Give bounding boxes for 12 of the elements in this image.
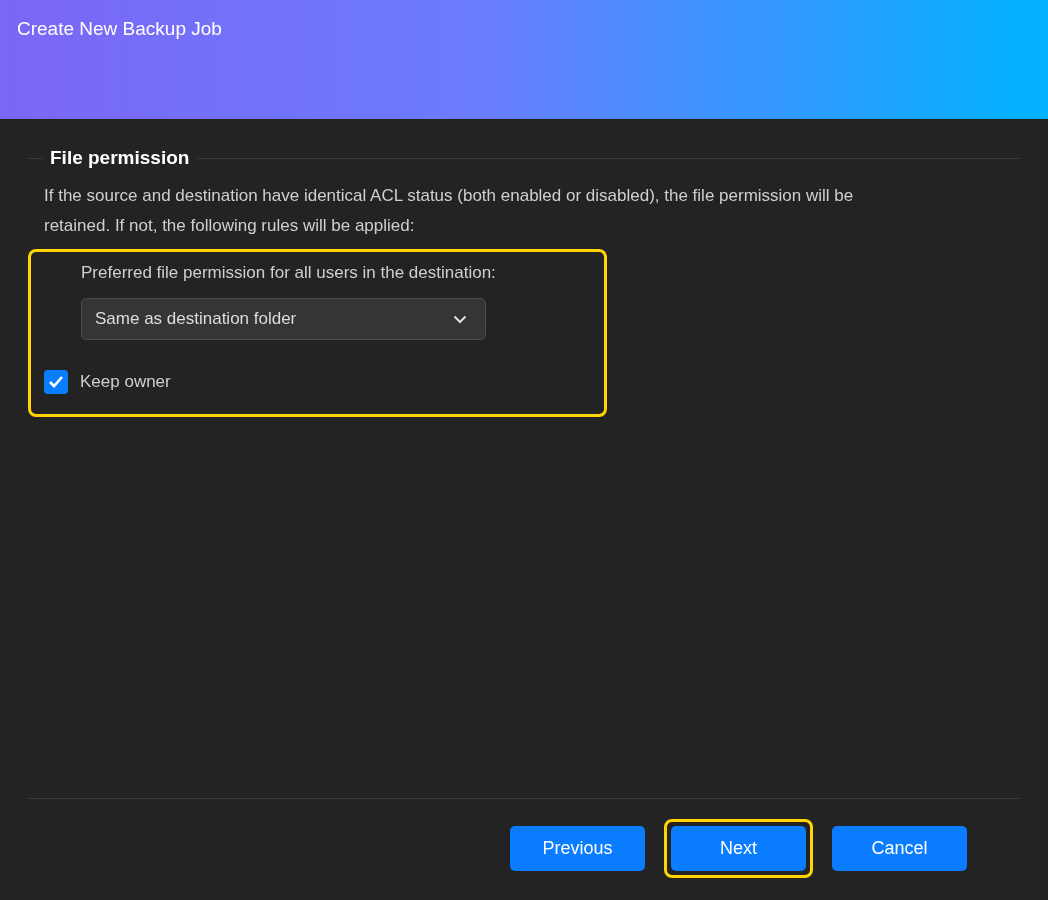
dialog-button[interactable]: Cancel — [832, 826, 967, 871]
keep-owner-checkbox[interactable] — [44, 370, 68, 394]
section-description: If the source and destination have identical ACL status (both enabled or disabled), the file permission will be retained. If not, the following rules will be applied: — [44, 185, 855, 237]
dialog-button[interactable]: Previous — [510, 826, 645, 871]
permission-dropdown[interactable]: Same as destination folder — [81, 298, 486, 340]
keep-owner-label: Keep owner — [80, 372, 171, 392]
permission-label: Preferred file permission for all users in the destination: — [81, 262, 497, 284]
checkmark-icon — [48, 375, 64, 389]
window-title: Create New Backup Job — [17, 18, 222, 39]
section-title: File permission — [50, 147, 190, 169]
chevron-down-icon — [453, 314, 467, 324]
dialog-button[interactable]: Next — [671, 826, 806, 871]
